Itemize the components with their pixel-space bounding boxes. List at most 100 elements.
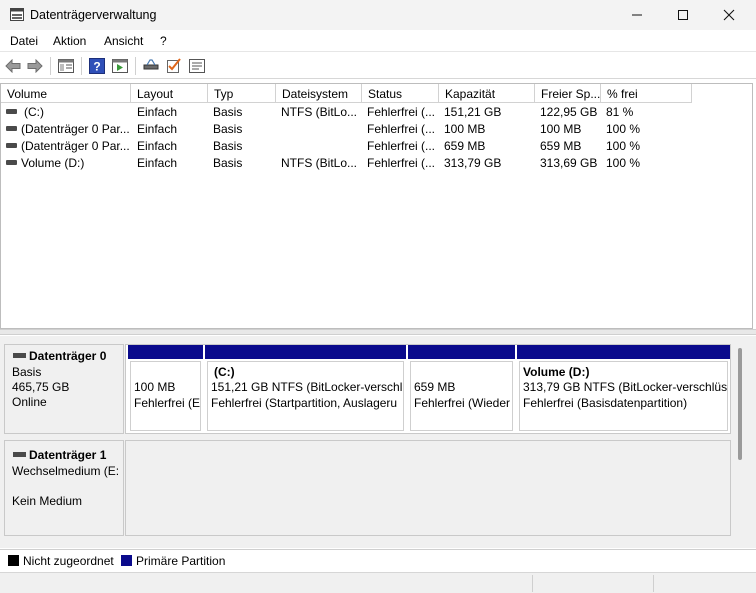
disk-icon — [13, 353, 26, 359]
disk-icon — [13, 452, 26, 458]
action-pane-button[interactable] — [111, 57, 129, 75]
forward-icon — [27, 59, 43, 73]
cell-volume: (Datenträger 0 Par... — [21, 122, 130, 136]
action-pane-icon — [112, 59, 128, 73]
menu-datei[interactable]: Datei — [10, 34, 38, 48]
column-header-dateisystem[interactable]: Dateisystem — [276, 84, 362, 103]
properties-icon — [189, 59, 205, 73]
disk-0-name: Datenträger 0 — [29, 349, 107, 363]
disk-pane-scrollbar[interactable] — [738, 348, 742, 460]
cell-layout: Einfach — [137, 105, 178, 119]
minimize-icon — [632, 14, 642, 16]
cell-freier-speicher: 659 MB — [540, 139, 582, 153]
cell-dateisystem — [281, 139, 361, 156]
cell-freier-speicher: 122,95 GB — [540, 105, 598, 119]
cell-status: Fehlerfrei (... — [367, 105, 436, 119]
legend-label-unallocated: Nicht zugeordnet — [23, 554, 114, 568]
partition-title: Volume (D:) — [523, 365, 590, 379]
disk-1-label[interactable]: Datenträger 1 Wechselmedium (E: Kein Med… — [4, 440, 124, 536]
disk-0-state: Online — [12, 395, 47, 409]
close-button[interactable] — [706, 0, 752, 30]
partition-recovery-efi[interactable]: 100 MB Fehlerfrei (E — [128, 345, 203, 433]
toolbar-separator — [135, 57, 136, 75]
cell-dateisystem: NTFS (BitLo... — [281, 156, 358, 170]
partition-d[interactable]: Volume (D:) 313,79 GB NTFS (BitLocker-ve… — [517, 345, 730, 433]
status-divider — [653, 575, 654, 592]
legend: Nicht zugeordnet Primäre Partition — [0, 549, 756, 571]
close-icon — [723, 9, 735, 21]
legend-label-primary: Primäre Partition — [136, 554, 226, 568]
legend-swatch-primary — [121, 555, 132, 566]
check-icon — [167, 58, 181, 73]
column-header-layout[interactable]: Layout — [131, 84, 208, 103]
cell-layout: Einfach — [137, 139, 178, 153]
partition-size: 151,21 GB NTFS (BitLocker-verschlü — [211, 380, 404, 394]
pane-splitter[interactable] — [0, 329, 756, 335]
partition-size: 659 MB — [414, 380, 456, 394]
disk-1-name: Datenträger 1 — [29, 448, 107, 462]
help-icon: ? — [89, 58, 105, 74]
column-header-status[interactable]: Status — [362, 84, 439, 103]
console-tree-icon — [58, 59, 74, 73]
disk-layout-pane: Datenträger 0 Basis 465,75 GB Online 100… — [0, 336, 756, 548]
column-header-volume[interactable]: Volume — [1, 84, 131, 103]
toolbar-separator — [81, 57, 82, 75]
svg-text:?: ? — [93, 60, 100, 74]
back-button[interactable] — [4, 57, 22, 75]
cell-kapazitaet: 313,79 GB — [444, 156, 502, 170]
cell-dateisystem — [281, 122, 361, 139]
status-divider — [532, 575, 533, 592]
title-bar: Datenträgerverwaltung — [0, 0, 756, 30]
cell-status: Fehlerfrei (... — [367, 139, 436, 153]
partition-status: Fehlerfrei (Startpartition, Auslageru — [211, 396, 398, 410]
window-title: Datenträgerverwaltung — [30, 8, 157, 22]
drive-icon — [143, 59, 159, 70]
menu-aktion[interactable]: Aktion — [53, 34, 86, 48]
check-button[interactable] — [165, 57, 183, 75]
partition-status: Fehlerfrei (Basisdatenpartition) — [523, 396, 688, 410]
cell-layout: Einfach — [137, 122, 178, 136]
menu-help[interactable]: ? — [160, 34, 167, 48]
cell-typ: Basis — [213, 156, 243, 170]
disk-1-partitions — [125, 440, 731, 536]
partition-recovery[interactable]: 659 MB Fehlerfrei (Wieder — [408, 345, 515, 433]
drive-icon — [6, 109, 17, 115]
disk-0-label[interactable]: Datenträger 0 Basis 465,75 GB Online — [4, 344, 124, 434]
minimize-button[interactable] — [614, 0, 660, 30]
help-button[interactable]: ? — [88, 57, 106, 75]
cell-prozent-frei: 81 % — [606, 105, 634, 119]
cell-volume: (C:) — [24, 105, 44, 119]
primary-partition-bar — [205, 345, 406, 359]
maximize-button[interactable] — [660, 0, 706, 30]
cell-freier-speicher: 100 MB — [540, 122, 582, 136]
menu-ansicht[interactable]: Ansicht — [104, 34, 143, 48]
disk-1-type: Wechselmedium (E: — [12, 464, 120, 478]
console-tree-button[interactable] — [57, 57, 75, 75]
cell-dateisystem: NTFS (BitLo... — [281, 105, 358, 119]
menu-bar: Datei Aktion Ansicht ? — [0, 30, 756, 52]
partition-size: 313,79 GB NTFS (BitLocker-verschlüsse — [523, 380, 728, 394]
forward-button[interactable] — [26, 57, 44, 75]
cell-kapazitaet: 100 MB — [444, 122, 486, 136]
partition-status: Fehlerfrei (E — [134, 396, 201, 410]
partition-size: 100 MB — [134, 380, 176, 394]
column-header-typ[interactable]: Typ — [208, 84, 276, 103]
connect-drive-button[interactable] — [142, 57, 160, 75]
drive-icon — [6, 143, 17, 149]
column-header-kapazitaet[interactable]: Kapazität — [439, 84, 535, 103]
column-header-prozent-frei[interactable]: % frei — [601, 84, 692, 103]
cell-status: Fehlerfrei (... — [367, 122, 436, 136]
partition-title: (C:) — [214, 365, 235, 379]
disk-0-type: Basis — [12, 365, 42, 379]
primary-partition-bar — [517, 345, 730, 359]
properties-button[interactable] — [188, 57, 206, 75]
column-header-freier-speicher[interactable]: Freier Sp... — [535, 84, 601, 103]
toolbar: ? — [0, 53, 756, 79]
partition-status: Fehlerfrei (Wieder — [414, 396, 511, 410]
cell-freier-speicher: 313,69 GB — [540, 156, 598, 170]
primary-partition-bar — [128, 345, 203, 359]
partition-c[interactable]: (C:) 151,21 GB NTFS (BitLocker-verschlü … — [205, 345, 406, 433]
cell-status: Fehlerfrei (... — [367, 156, 436, 170]
cell-prozent-frei: 100 % — [606, 156, 641, 170]
cell-layout: Einfach — [137, 156, 178, 170]
